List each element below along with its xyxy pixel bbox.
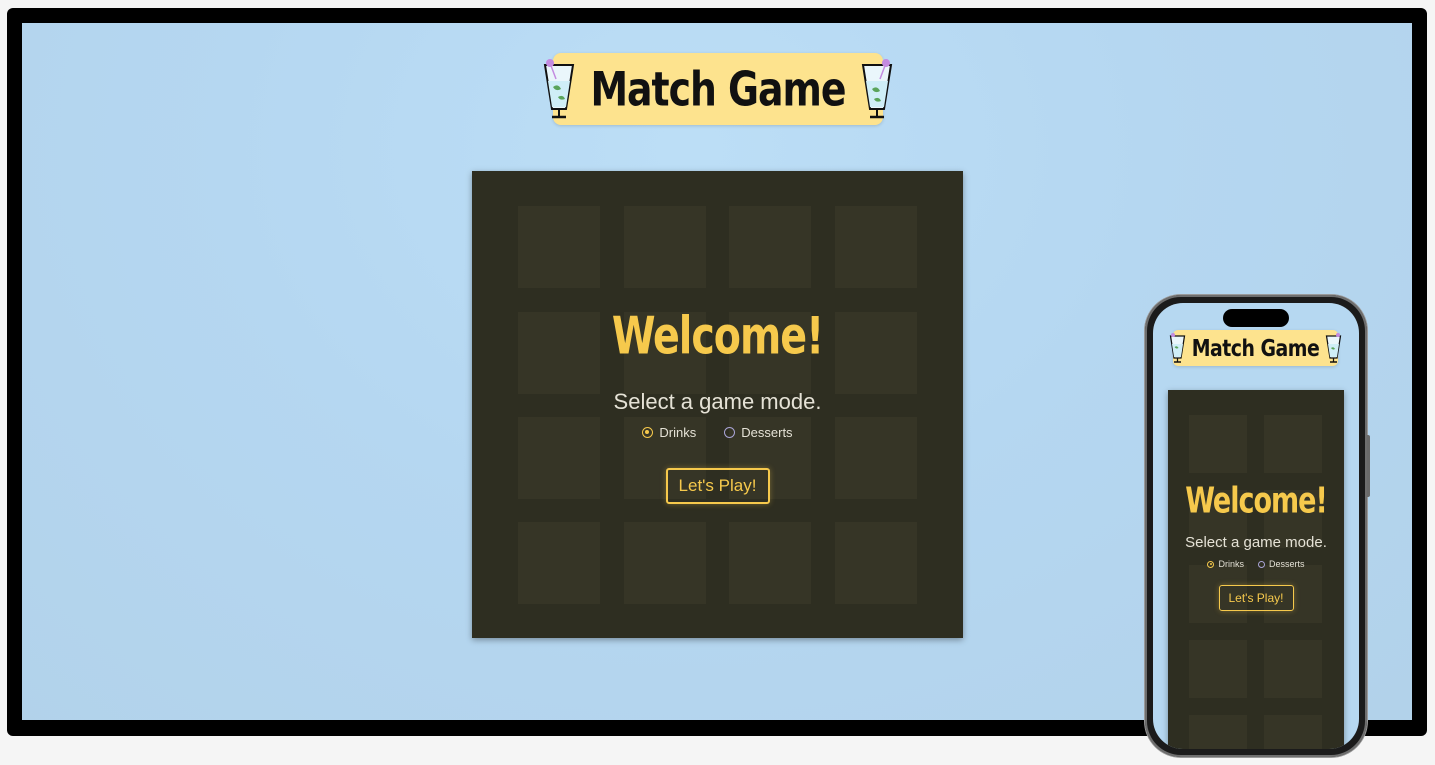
card-tile[interactable] bbox=[729, 522, 811, 604]
title-banner: Match Game bbox=[544, 53, 892, 125]
game-board: Welcome! Select a game mode. Drinks Dess… bbox=[472, 171, 963, 638]
welcome-heading-mobile: Welcome! bbox=[1185, 480, 1328, 523]
card-tile[interactable] bbox=[624, 522, 706, 604]
card-tile[interactable] bbox=[1189, 640, 1247, 698]
welcome-panel: Welcome! Select a game mode. Drinks Dess… bbox=[472, 306, 963, 504]
mode-label-desserts: Desserts bbox=[741, 425, 793, 440]
phone-frame: Match Game Welcome! Select a game mode. … bbox=[1145, 295, 1370, 757]
lets-play-button-mobile[interactable]: Let's Play! bbox=[1218, 585, 1294, 611]
game-mode-options: Drinks Desserts bbox=[642, 425, 793, 440]
radio-unselected-icon[interactable] bbox=[724, 427, 736, 438]
card-tile[interactable] bbox=[729, 206, 811, 288]
mode-option-drinks[interactable]: Drinks bbox=[1207, 559, 1244, 569]
welcome-panel-mobile: Welcome! Select a game mode. Drinks Dess… bbox=[1168, 480, 1344, 611]
card-tile[interactable] bbox=[1264, 640, 1322, 698]
card-tile[interactable] bbox=[1264, 415, 1322, 473]
mode-label-drinks: Drinks bbox=[659, 425, 697, 440]
phone-notch bbox=[1223, 309, 1289, 327]
mode-prompt-mobile: Select a game mode. bbox=[1185, 534, 1327, 551]
mode-label-drinks: Drinks bbox=[1218, 559, 1244, 569]
app-title: Match Game bbox=[590, 61, 846, 117]
game-board-mobile: Welcome! Select a game mode. Drinks Dess… bbox=[1168, 390, 1344, 749]
card-tile[interactable] bbox=[1189, 715, 1247, 749]
game-mode-options-mobile: Drinks Desserts bbox=[1207, 559, 1305, 569]
card-tile[interactable] bbox=[835, 206, 917, 288]
cocktail-glass-icon bbox=[1325, 332, 1342, 364]
title-banner-mobile: Match Game bbox=[1169, 330, 1342, 366]
mode-option-desserts[interactable]: Desserts bbox=[1258, 559, 1305, 569]
card-tile[interactable] bbox=[835, 522, 917, 604]
card-tile[interactable] bbox=[518, 206, 600, 288]
welcome-heading: Welcome! bbox=[611, 306, 824, 367]
radio-unselected-icon[interactable] bbox=[1258, 560, 1265, 568]
phone-screen: Match Game Welcome! Select a game mode. … bbox=[1153, 303, 1359, 749]
mode-option-drinks[interactable]: Drinks bbox=[642, 425, 696, 440]
card-tile[interactable] bbox=[1189, 415, 1247, 473]
lets-play-button[interactable]: Let's Play! bbox=[665, 468, 770, 504]
cocktail-glass-icon bbox=[860, 57, 894, 121]
mode-option-desserts[interactable]: Desserts bbox=[724, 425, 793, 440]
card-tile[interactable] bbox=[624, 206, 706, 288]
card-tile[interactable] bbox=[1264, 715, 1322, 749]
card-tile[interactable] bbox=[518, 522, 600, 604]
mode-prompt: Select a game mode. bbox=[613, 389, 822, 414]
cocktail-glass-icon bbox=[542, 57, 576, 121]
app-title-mobile: Match Game bbox=[1191, 334, 1320, 362]
radio-selected-icon[interactable] bbox=[642, 427, 654, 438]
phone-side-button bbox=[1367, 435, 1370, 497]
mode-label-desserts: Desserts bbox=[1269, 559, 1305, 569]
cocktail-glass-icon bbox=[1169, 332, 1186, 364]
radio-selected-icon[interactable] bbox=[1207, 560, 1215, 568]
